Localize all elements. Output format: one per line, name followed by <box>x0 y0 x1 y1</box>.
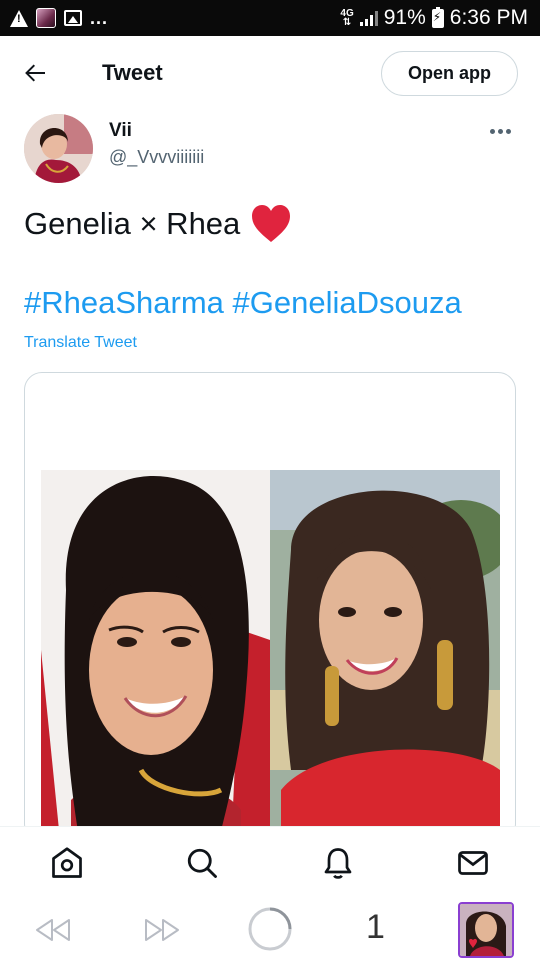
search-icon[interactable] <box>184 845 220 881</box>
avatar[interactable] <box>24 114 93 183</box>
tweet-text: Genelia × Rhea <box>24 204 292 244</box>
status-bar: ... 4G⇅ 91% 6:36 PM <box>0 0 540 36</box>
home-icon[interactable] <box>49 845 85 881</box>
author-handle[interactable]: @_Vvvviiiiiii <box>109 147 204 168</box>
loading-spinner-icon[interactable] <box>247 906 293 952</box>
messages-icon[interactable] <box>455 845 491 881</box>
clock: 6:36 PM <box>449 6 528 29</box>
tweet-body: Genelia × Rhea <box>24 206 241 241</box>
hashtags: #RheaSharma #GeneliaDsouza <box>24 285 462 321</box>
warning-icon <box>10 9 28 27</box>
tab-thumbnail[interactable] <box>458 902 514 958</box>
hashtag-link[interactable]: #RheaSharma <box>24 285 224 320</box>
gallery-icon <box>64 10 82 26</box>
author-name[interactable]: Vii <box>109 120 132 142</box>
hashtag-link[interactable]: #GeneliaDsouza <box>233 285 462 320</box>
battery-percent: 91% <box>383 6 426 29</box>
translate-tweet-link[interactable]: Translate Tweet <box>24 334 137 352</box>
media-card[interactable] <box>24 372 516 842</box>
open-app-button[interactable]: Open app <box>381 51 518 96</box>
status-notifications: ... <box>10 7 108 29</box>
page-title: Tweet <box>102 60 163 85</box>
network-type: 4G ⇅ <box>340 8 354 28</box>
fast-forward-icon[interactable] <box>143 916 181 944</box>
tweet-header: Tweet Open app <box>0 36 540 110</box>
more-notifications: ... <box>90 7 109 28</box>
heart-emoji-icon <box>252 205 291 242</box>
battery-icon <box>431 6 444 28</box>
tab-count[interactable]: 1 <box>366 908 385 947</box>
more-options-icon[interactable] <box>490 125 516 137</box>
notifications-icon[interactable] <box>320 845 356 881</box>
app-notification-icon <box>36 8 56 28</box>
rewind-icon[interactable] <box>34 916 72 944</box>
tweet-photo[interactable] <box>41 470 500 842</box>
back-arrow-icon[interactable] <box>20 58 50 88</box>
bottom-tab-bar <box>0 826 540 898</box>
status-system: 4G⇅ 91% 6:36 PM <box>340 5 528 31</box>
signal-icon <box>359 10 378 26</box>
